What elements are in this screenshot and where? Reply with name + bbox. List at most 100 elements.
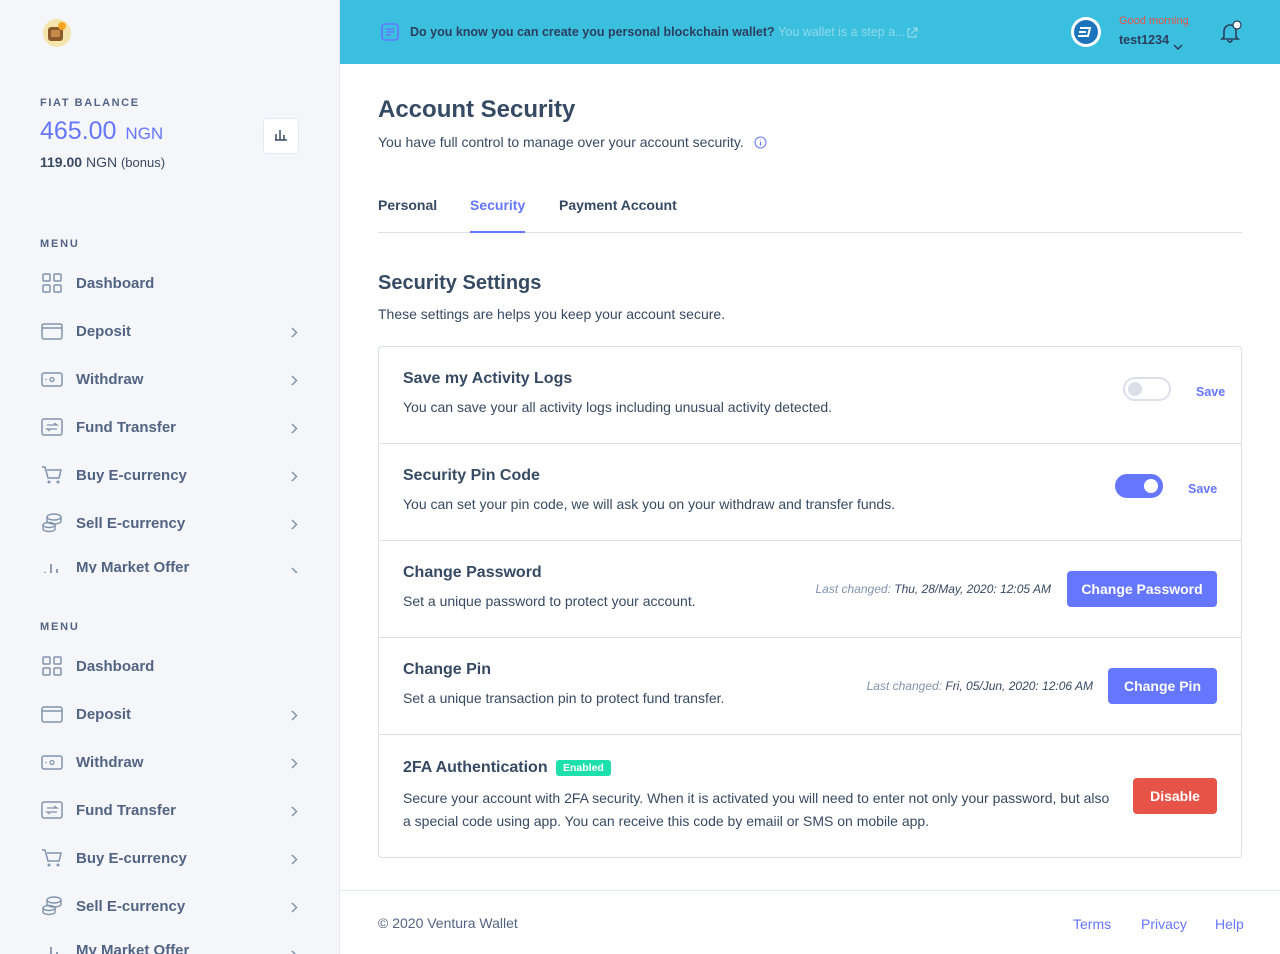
sidebar-item-my-market-offer[interactable]: My Market Offer — [40, 559, 300, 573]
sidebar-item-label: Dashboard — [76, 657, 155, 675]
pin-code-toggle[interactable] — [1115, 474, 1163, 498]
bar-chart-icon — [40, 559, 64, 573]
coins-icon — [40, 894, 64, 918]
sidebar-item-label: Buy E-currency — [76, 466, 187, 484]
footer: © 2020 Ventura Wallet Terms Privacy Help — [340, 890, 1280, 954]
bonus-value: 119.00 — [40, 154, 83, 170]
sidebar-item-my-market-offer[interactable]: My Market Offer — [40, 942, 300, 954]
bonus-balance: 119.00 NGN (bonus) — [40, 154, 165, 170]
two-fa-title: 2FA Authentication — [403, 759, 548, 776]
last-changed-value: Fri, 05/Jun, 2020: 12:06 AM — [945, 679, 1093, 693]
change-password-button[interactable]: Change Password — [1067, 571, 1217, 607]
sidebar-item-fund-transfer[interactable]: Fund Transfer — [40, 415, 300, 439]
sidebar-item-dashboard[interactable]: Dashboard — [40, 271, 300, 295]
pin-code-title: Security Pin Code — [403, 467, 540, 484]
chevron-right-icon — [291, 900, 298, 918]
chevron-right-icon — [291, 421, 298, 439]
sidebar-item-label: Withdraw — [76, 370, 144, 388]
grid-icon — [40, 654, 64, 678]
chevron-right-icon — [291, 708, 298, 726]
info-icon[interactable] — [754, 136, 767, 152]
top-header: Do you know you can create you personal … — [340, 0, 1280, 64]
section-title: Security Settings — [378, 272, 542, 294]
sidebar-item-sell-e-currency[interactable]: Sell E-currency — [40, 511, 300, 535]
grid-icon — [40, 271, 64, 295]
chevron-right-icon — [291, 852, 298, 870]
bar-chart-icon — [274, 127, 288, 146]
change-pin-desc: Set a unique transaction pin to protect … — [403, 690, 725, 706]
change-pin-button[interactable]: Change Pin — [1108, 668, 1217, 704]
sidebar-item-deposit[interactable]: Deposit — [40, 702, 300, 726]
footer-link-terms[interactable]: Terms — [1073, 916, 1111, 932]
bell-icon[interactable] — [1220, 20, 1242, 49]
change-password-row: Change Password Set a unique password to… — [379, 541, 1241, 638]
sidebar-item-label: Sell E-currency — [76, 514, 186, 532]
tab-personal[interactable]: Personal — [378, 197, 437, 233]
sidebar-item-label: Deposit — [76, 322, 132, 340]
change-password-desc: Set a unique password to protect your ac… — [403, 593, 696, 609]
sidebar: FIAT BALANCE 465.00 NGN 119.00 NGN (bonu… — [0, 0, 340, 954]
last-changed-label: Last changed: — [815, 582, 891, 596]
tab-payment-account[interactable]: Payment Account — [559, 197, 677, 233]
change-password-title: Change Password — [403, 564, 542, 581]
chevron-right-icon — [291, 804, 298, 822]
status-badge: Enabled — [556, 760, 611, 776]
chevron-right-icon — [291, 948, 298, 954]
coins-icon — [40, 511, 64, 535]
sidebar-item-buy-e-currency[interactable]: Buy E-currency — [40, 846, 300, 870]
sidebar-item-withdraw[interactable]: Withdraw — [40, 750, 300, 774]
pin-code-row: Security Pin Code You can set your pin c… — [379, 444, 1241, 541]
sidebar-item-withdraw[interactable]: Withdraw — [40, 367, 300, 391]
sidebar-item-label: My Market Offer — [76, 942, 190, 954]
sidebar-item-deposit[interactable]: Deposit — [40, 319, 300, 343]
page-subtitle: You have full control to manage over you… — [378, 134, 767, 152]
transfer-icon — [40, 415, 64, 439]
footer-link-help[interactable]: Help — [1215, 916, 1244, 932]
two-fa-row: 2FA Authentication Enabled Secure your a… — [379, 735, 1241, 857]
sidebar-item-label: Dashboard — [76, 274, 155, 292]
wallet-icon — [40, 702, 64, 726]
transfer-icon — [40, 798, 64, 822]
chevron-right-icon — [291, 517, 298, 535]
sidebar-item-fund-transfer[interactable]: Fund Transfer — [40, 798, 300, 822]
sidebar-item-label: Deposit — [76, 705, 132, 723]
activity-logs-desc: You can save your all activity logs incl… — [403, 399, 833, 415]
fiat-balance-label: FIAT BALANCE — [40, 97, 140, 109]
balance-value: 465.00 — [40, 117, 117, 145]
disable-2fa-button[interactable]: Disable — [1133, 778, 1217, 814]
pin-code-desc: You can set your pin code, we will ask y… — [403, 496, 896, 512]
sidebar-item-dashboard[interactable]: Dashboard — [40, 654, 300, 678]
two-fa-desc: Secure your account with 2FA security. W… — [403, 790, 1110, 829]
pin-code-save-link[interactable]: Save — [1188, 482, 1217, 496]
copyright: © 2020 Ventura Wallet — [378, 915, 518, 931]
last-changed-value: Thu, 28/May, 2020: 12:05 AM — [894, 582, 1051, 596]
sidebar-item-label: Fund Transfer — [76, 801, 177, 819]
activity-logs-save-link[interactable]: Save — [1196, 385, 1225, 399]
news-headline: Do you know you can create you personal … — [410, 25, 775, 39]
chevron-right-icon — [291, 756, 298, 774]
change-pin-title: Change Pin — [403, 661, 492, 678]
dash-coin-icon — [1070, 16, 1102, 48]
activity-logs-row: Save my Activity Logs You can save your … — [379, 347, 1241, 444]
news-banner-text[interactable]: Do you know you can create you personal … — [410, 25, 906, 39]
username[interactable]: test1234 — [1119, 33, 1169, 47]
tab-security[interactable]: Security — [470, 197, 526, 233]
sidebar-item-label: Sell E-currency — [76, 897, 186, 915]
footer-link-privacy[interactable]: Privacy — [1141, 916, 1187, 932]
bonus-note: (bonus) — [120, 155, 166, 170]
fiat-balance-amount: 465.00 NGN — [40, 117, 163, 146]
sidebar-item-label: Buy E-currency — [76, 849, 187, 867]
external-link-icon[interactable] — [906, 26, 918, 44]
balance-chart-button[interactable] — [263, 118, 299, 154]
app-logo[interactable] — [40, 16, 74, 50]
bar-chart-icon — [40, 942, 64, 954]
chevron-down-icon[interactable] — [1173, 37, 1183, 55]
news-preview: You wallet is a step a... — [778, 25, 906, 39]
activity-logs-title: Save my Activity Logs — [403, 370, 573, 387]
activity-logs-toggle[interactable] — [1123, 377, 1171, 401]
last-changed-label: Last changed: — [866, 679, 943, 693]
sidebar-item-sell-e-currency[interactable]: Sell E-currency — [40, 894, 300, 918]
sidebar-item-buy-e-currency[interactable]: Buy E-currency — [40, 463, 300, 487]
chevron-right-icon — [291, 325, 298, 343]
cart-icon — [40, 463, 64, 487]
